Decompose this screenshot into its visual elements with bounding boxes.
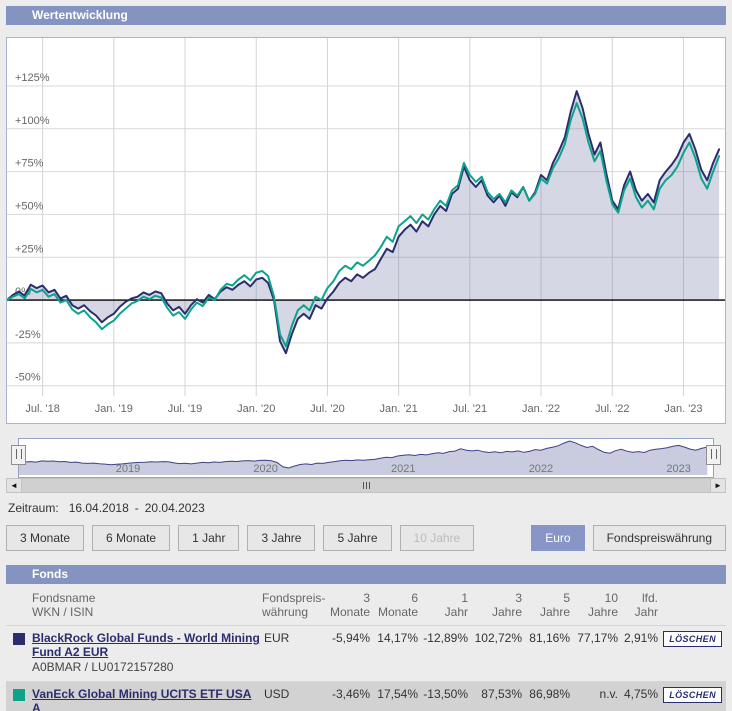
svg-text:Jul. '20: Jul. '20	[310, 403, 345, 415]
delete-cell: LÖSCHEN	[658, 631, 726, 647]
range-button-3-monate[interactable]: 3 Monate	[6, 525, 85, 551]
performance-value: 102,72%	[474, 631, 522, 645]
panel-title-wertentwicklung: Wertentwicklung	[6, 6, 726, 25]
header-period-lfd-jahr: lfd. Jahr	[634, 591, 658, 619]
delete-cell: LÖSCHEN	[658, 687, 726, 703]
fund-link[interactable]: VanEck Global Mining UCITS ETF USA A	[32, 687, 262, 711]
scrollbar-thumb[interactable]	[22, 479, 710, 492]
table-row: BlackRock Global Funds - World Mining Fu…	[6, 625, 726, 681]
performance-value: 4,75%	[623, 687, 658, 701]
header-period-10-jahre: 10 Jahre	[587, 591, 618, 619]
svg-text:+75%: +75%	[15, 158, 44, 170]
performance-value: 2,91%	[623, 631, 658, 645]
navigator-left-handle[interactable]	[11, 445, 26, 465]
fund-link[interactable]: BlackRock Global Funds - World Mining Fu…	[32, 631, 262, 659]
svg-text:Jan. '22: Jan. '22	[522, 403, 560, 415]
scrollbar-left-arrow-icon[interactable]: ◄	[7, 479, 22, 492]
svg-text:-50%: -50%	[15, 372, 41, 384]
svg-text:2023: 2023	[666, 463, 690, 475]
range-button-row: 3 Monate 6 Monate 1 Jahr 3 Jahre 5 Jahre 10 J…	[6, 525, 726, 551]
svg-text:+125%: +125%	[15, 72, 50, 84]
chart-navigator[interactable]: 2019 2020 2021 2022 2023	[11, 438, 721, 478]
performance-value: -3,46%	[331, 687, 370, 701]
performance-value: 14,17%	[377, 631, 418, 645]
header-fondspreiswaehrung: Fondspreis-währung	[262, 591, 326, 619]
series-color-swatch	[13, 633, 25, 645]
svg-text:+100%: +100%	[15, 115, 50, 127]
fund-currency: EUR	[264, 631, 290, 645]
svg-text:-25%: -25%	[15, 329, 41, 341]
delete-fund-button[interactable]: LÖSCHEN	[663, 687, 722, 703]
range-buttons: 3 Monate 6 Monate 1 Jahr 3 Jahre 5 Jahre 10 J…	[6, 525, 482, 551]
performance-value: 77,17%	[577, 631, 618, 645]
performance-value: n.v.	[599, 687, 618, 701]
currency-button-euro[interactable]: Euro	[531, 525, 585, 551]
performance-value: -12,89%	[423, 631, 468, 645]
performance-value: 81,16%	[529, 631, 570, 645]
range-button-6-monate[interactable]: 6 Monate	[92, 525, 171, 551]
currency-buttons: Euro Fondspreiswährung	[531, 525, 726, 551]
fonds-table-rows: BlackRock Global Funds - World Mining Fu…	[6, 625, 726, 711]
zeitraum-label: Zeitraum:	[8, 501, 59, 515]
fund-currency: USD	[264, 687, 290, 701]
performance-value: 17,54%	[377, 687, 418, 701]
performance-chart: +125%+100%+75%+50%+25%0%-25%-50%Jul. '18…	[7, 38, 725, 415]
range-button-5-jahre[interactable]: 5 Jahre	[323, 525, 392, 551]
delete-fund-button[interactable]: LÖSCHEN	[663, 631, 722, 647]
chart-scrollbar[interactable]: ◄ ►	[6, 478, 726, 493]
svg-text:2022: 2022	[529, 463, 553, 475]
range-button-3-jahre[interactable]: 3 Jahre	[247, 525, 316, 551]
fund-wkn-isin: A0BMAR / LU0172157280	[32, 660, 174, 674]
navigator-right-handle[interactable]	[706, 445, 721, 465]
table-row: VanEck Global Mining UCITS ETF USA AA2JD…	[6, 681, 726, 711]
header-period-5-jahre: 5 Jahre	[539, 591, 570, 619]
svg-text:+50%: +50%	[15, 200, 44, 212]
svg-text:Jul. '18: Jul. '18	[25, 403, 60, 415]
header-period-3-monate: 3 Monate	[329, 591, 370, 619]
fonds-table-header: Fondsname WKN / ISIN Fondspreis-währung 3 Mo…	[6, 584, 726, 625]
zeitraum-line: Zeitraum: 16.04.2018-20.04.2023	[8, 501, 726, 515]
header-period-3-jahre: 3 Jahre	[491, 591, 522, 619]
chart-area: +125% +100% +75% +50% +25% 0% -25% -50% Jul. '18…	[6, 37, 726, 424]
zeitraum-from: 16.04.2018	[68, 501, 129, 515]
svg-text:Jul. '22: Jul. '22	[595, 403, 630, 415]
navigator-minimap[interactable]: 2019 2020 2021 2022 2023	[19, 439, 713, 475]
performance-value: 87,53%	[481, 687, 522, 701]
performance-value: 86,98%	[529, 687, 570, 701]
svg-text:Jan. '23: Jan. '23	[664, 403, 702, 415]
scrollbar-grip-icon	[362, 482, 370, 489]
performance-value: -13,50%	[423, 687, 468, 701]
svg-text:Jul. '19: Jul. '19	[168, 403, 203, 415]
performance-widget: Wertentwicklung +125% +100% +75% +50% +25% 0%…	[0, 0, 732, 711]
svg-text:2019: 2019	[116, 463, 140, 475]
zeitraum-to: 20.04.2023	[144, 501, 205, 515]
performance-value: -5,94%	[331, 631, 370, 645]
svg-text:Jan. '21: Jan. '21	[380, 403, 418, 415]
fund-name-cell: VanEck Global Mining UCITS ETF USA AA2JD…	[32, 687, 262, 711]
svg-text:Jan. '19: Jan. '19	[95, 403, 133, 415]
currency-button-fondspreiswährung[interactable]: Fondspreiswährung	[592, 525, 726, 551]
range-button-10-jahre: 10 Jahre	[399, 525, 475, 551]
svg-text:2021: 2021	[391, 463, 415, 475]
svg-text:Jul. '21: Jul. '21	[453, 403, 488, 415]
panel-title-fonds: Fonds	[6, 565, 726, 584]
fund-name-cell: BlackRock Global Funds - World Mining Fu…	[32, 631, 262, 675]
svg-text:Jan. '20: Jan. '20	[237, 403, 275, 415]
svg-text:2020: 2020	[253, 463, 277, 475]
series-color-swatch	[13, 689, 25, 701]
zeitraum-separator: -	[134, 501, 139, 515]
scrollbar-right-arrow-icon[interactable]: ►	[710, 479, 725, 492]
range-button-1-jahr[interactable]: 1 Jahr	[178, 525, 240, 551]
svg-text:+25%: +25%	[15, 243, 44, 255]
header-period-6-monate: 6 Monate	[377, 591, 418, 619]
header-fondsname: Fondsname WKN / ISIN	[32, 591, 96, 619]
header-period-1-jahr: 1 Jahr	[444, 591, 468, 619]
